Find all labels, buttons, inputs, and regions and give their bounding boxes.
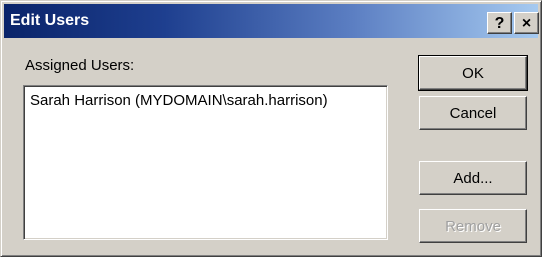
help-icon: ? [494,15,505,32]
add-button[interactable]: Add... [419,161,527,195]
assigned-users-list[interactable]: Sarah Harrison (MYDOMAIN\sarah.harrison) [23,85,388,240]
list-item[interactable]: Sarah Harrison (MYDOMAIN\sarah.harrison) [30,92,328,109]
dialog-title: Edit Users [10,12,90,29]
remove-button[interactable]: Remove [419,209,527,243]
edit-users-dialog: Edit Users ? × Assigned Users: Sarah Har… [0,0,542,257]
ok-button[interactable]: OK [418,55,528,91]
cancel-button[interactable]: Cancel [419,96,527,130]
help-button[interactable]: ? [487,12,512,34]
close-icon: × [521,15,532,32]
title-bar[interactable]: Edit Users ? × [4,4,539,38]
close-button[interactable]: × [514,12,539,34]
assigned-users-label: Assigned Users: [25,57,135,74]
